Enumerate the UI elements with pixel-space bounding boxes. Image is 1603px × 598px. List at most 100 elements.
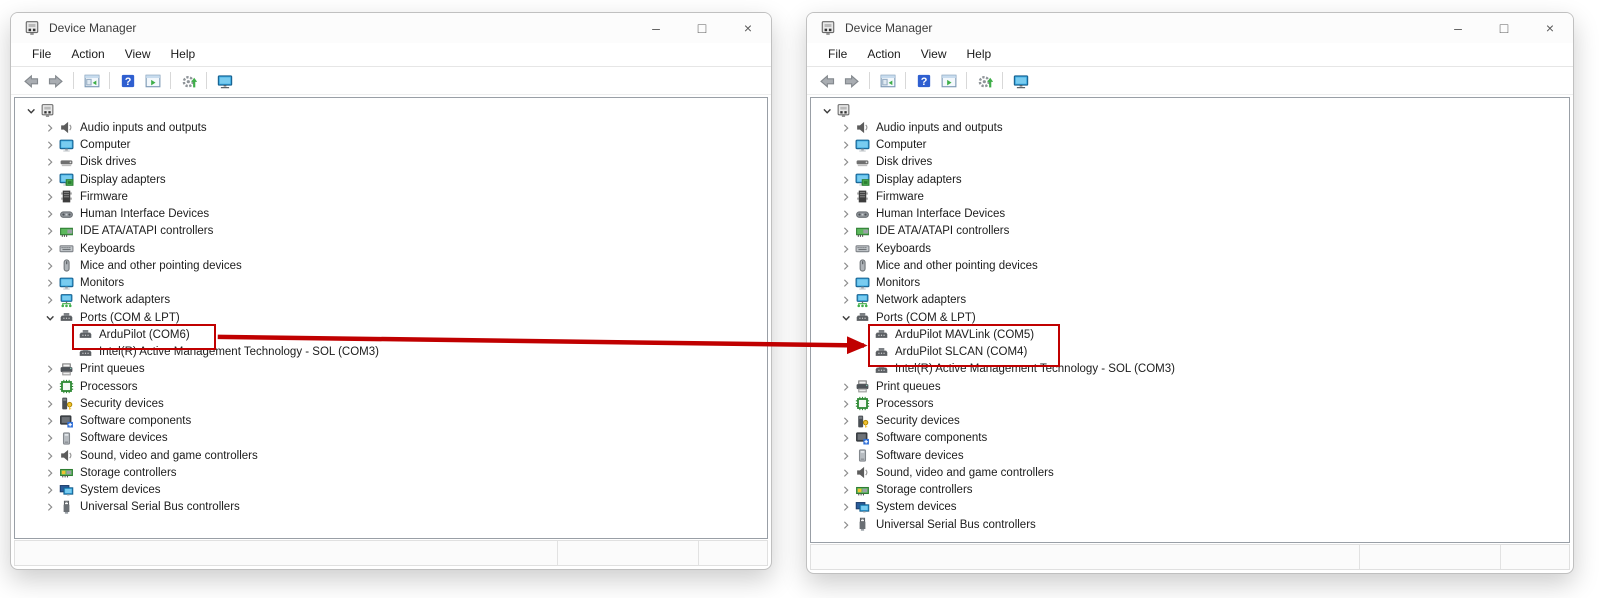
chevron-right-icon[interactable] bbox=[836, 499, 855, 516]
properties-button[interactable] bbox=[140, 69, 165, 92]
tree-item-monitors[interactable]: Monitors bbox=[15, 275, 767, 292]
chevron-down-icon[interactable] bbox=[836, 309, 855, 326]
chevron-right-icon[interactable] bbox=[836, 240, 855, 257]
chevron-right-icon[interactable] bbox=[40, 292, 59, 309]
tree-item-intel-r-active-management-technology-sol-com3[interactable]: Intel(R) Active Management Technology - … bbox=[811, 361, 1569, 378]
tree-item-software-components[interactable]: Software components bbox=[15, 413, 767, 430]
chevron-right-icon[interactable] bbox=[40, 188, 59, 205]
chevron-right-icon[interactable] bbox=[836, 154, 855, 171]
forward-button[interactable] bbox=[43, 69, 68, 92]
chevron-right-icon[interactable] bbox=[836, 430, 855, 447]
back-button[interactable] bbox=[814, 69, 839, 92]
chevron-right-icon[interactable] bbox=[836, 413, 855, 430]
tree-item-ide-ata-atapi-controllers[interactable]: IDE ATA/ATAPI controllers bbox=[15, 223, 767, 240]
tree-item-display-adapters[interactable]: Display adapters bbox=[811, 171, 1569, 188]
tree-item-firmware[interactable]: Firmware bbox=[15, 188, 767, 205]
menu-item-help[interactable]: Help bbox=[957, 45, 1002, 64]
tree-item-sound-video-and-game-controllers[interactable]: Sound, video and game controllers bbox=[811, 464, 1569, 481]
chevron-down-icon[interactable] bbox=[21, 102, 40, 119]
tree-item-keyboards[interactable]: Keyboards bbox=[811, 240, 1569, 257]
tree-item-security-devices[interactable]: Security devices bbox=[15, 395, 767, 412]
tree-item-keyboards[interactable]: Keyboards bbox=[15, 240, 767, 257]
tree-item-network-adapters[interactable]: Network adapters bbox=[15, 292, 767, 309]
tree-item-ardupilot-mavlink-com5[interactable]: ArduPilot MAVLink (COM5) bbox=[811, 326, 1569, 343]
menu-item-file[interactable]: File bbox=[22, 45, 61, 64]
chevron-right-icon[interactable] bbox=[40, 257, 59, 274]
tree-item-software-components[interactable]: Software components bbox=[811, 430, 1569, 447]
help-button[interactable]: ? bbox=[911, 69, 936, 92]
menu-item-view[interactable]: View bbox=[115, 45, 161, 64]
chevron-right-icon[interactable] bbox=[40, 413, 59, 430]
tree-item-universal-serial-bus-controllers[interactable]: Universal Serial Bus controllers bbox=[15, 499, 767, 516]
tree-item-ports-com-lpt[interactable]: Ports (COM & LPT) bbox=[811, 309, 1569, 326]
tree-item-computer[interactable]: Computer bbox=[15, 137, 767, 154]
tree-item-disk-drives[interactable]: Disk drives bbox=[811, 154, 1569, 171]
chevron-right-icon[interactable] bbox=[40, 447, 59, 464]
close-button[interactable]: × bbox=[1527, 13, 1573, 43]
tree-item-system-devices[interactable]: System devices bbox=[15, 482, 767, 499]
chevron-right-icon[interactable] bbox=[40, 395, 59, 412]
chevron-right-icon[interactable] bbox=[40, 464, 59, 481]
tree-item-mice-and-other-pointing-devices[interactable]: Mice and other pointing devices bbox=[15, 257, 767, 274]
scan-hardware-changes-button[interactable] bbox=[972, 69, 997, 92]
close-button[interactable]: × bbox=[725, 13, 771, 43]
tree-item-ardupilot-slcan-com4[interactable]: ArduPilot SLCAN (COM4) bbox=[811, 344, 1569, 361]
chevron-right-icon[interactable] bbox=[836, 292, 855, 309]
tree-item-processors[interactable]: Processors bbox=[811, 395, 1569, 412]
tree-item-system-devices[interactable]: System devices bbox=[811, 499, 1569, 516]
tree-item-disk-drives[interactable]: Disk drives bbox=[15, 154, 767, 171]
tree-item-print-queues[interactable]: Print queues bbox=[15, 361, 767, 378]
chevron-right-icon[interactable] bbox=[40, 206, 59, 223]
chevron-right-icon[interactable] bbox=[40, 240, 59, 257]
chevron-right-icon[interactable] bbox=[836, 482, 855, 499]
chevron-right-icon[interactable] bbox=[40, 223, 59, 240]
chevron-right-icon[interactable] bbox=[40, 154, 59, 171]
chevron-down-icon[interactable] bbox=[817, 102, 836, 119]
menu-item-view[interactable]: View bbox=[911, 45, 957, 64]
forward-button[interactable] bbox=[839, 69, 864, 92]
remote-computer-button[interactable] bbox=[212, 69, 237, 92]
show-console-tree-button[interactable] bbox=[79, 69, 104, 92]
maximize-button[interactable]: □ bbox=[679, 13, 725, 43]
chevron-right-icon[interactable] bbox=[836, 378, 855, 395]
tree-item-ports-com-lpt[interactable]: Ports (COM & LPT) bbox=[15, 309, 767, 326]
tree-item-software-devices[interactable]: Software devices bbox=[15, 430, 767, 447]
tree-item-computer[interactable]: Computer bbox=[811, 137, 1569, 154]
tree-item-root[interactable] bbox=[15, 102, 767, 119]
tree-item-sound-video-and-game-controllers[interactable]: Sound, video and game controllers bbox=[15, 447, 767, 464]
chevron-right-icon[interactable] bbox=[836, 257, 855, 274]
titlebar[interactable]: Device Manager –□× bbox=[11, 13, 771, 43]
tree-item-ide-ata-atapi-controllers[interactable]: IDE ATA/ATAPI controllers bbox=[811, 223, 1569, 240]
chevron-right-icon[interactable] bbox=[40, 137, 59, 154]
chevron-right-icon[interactable] bbox=[836, 223, 855, 240]
minimize-button[interactable]: – bbox=[1435, 13, 1481, 43]
chevron-right-icon[interactable] bbox=[40, 171, 59, 188]
tree-item-storage-controllers[interactable]: Storage controllers bbox=[15, 464, 767, 481]
maximize-button[interactable]: □ bbox=[1481, 13, 1527, 43]
back-button[interactable] bbox=[18, 69, 43, 92]
menu-item-action[interactable]: Action bbox=[857, 45, 910, 64]
chevron-right-icon[interactable] bbox=[836, 275, 855, 292]
chevron-right-icon[interactable] bbox=[836, 188, 855, 205]
tree-item-display-adapters[interactable]: Display adapters bbox=[15, 171, 767, 188]
show-console-tree-button[interactable] bbox=[875, 69, 900, 92]
tree-item-monitors[interactable]: Monitors bbox=[811, 275, 1569, 292]
tree-item-security-devices[interactable]: Security devices bbox=[811, 413, 1569, 430]
properties-button[interactable] bbox=[936, 69, 961, 92]
chevron-right-icon[interactable] bbox=[836, 395, 855, 412]
tree-item-print-queues[interactable]: Print queues bbox=[811, 378, 1569, 395]
chevron-down-icon[interactable] bbox=[40, 309, 59, 326]
chevron-right-icon[interactable] bbox=[836, 137, 855, 154]
menu-item-file[interactable]: File bbox=[818, 45, 857, 64]
scan-hardware-changes-button[interactable] bbox=[176, 69, 201, 92]
tree-item-network-adapters[interactable]: Network adapters bbox=[811, 292, 1569, 309]
chevron-right-icon[interactable] bbox=[40, 482, 59, 499]
help-button[interactable]: ? bbox=[115, 69, 140, 92]
tree-item-firmware[interactable]: Firmware bbox=[811, 188, 1569, 205]
chevron-right-icon[interactable] bbox=[40, 499, 59, 516]
minimize-button[interactable]: – bbox=[633, 13, 679, 43]
tree-item-human-interface-devices[interactable]: Human Interface Devices bbox=[15, 206, 767, 223]
tree-item-intel-r-active-management-technology-sol-com3[interactable]: Intel(R) Active Management Technology - … bbox=[15, 344, 767, 361]
chevron-right-icon[interactable] bbox=[40, 275, 59, 292]
tree-item-software-devices[interactable]: Software devices bbox=[811, 447, 1569, 464]
